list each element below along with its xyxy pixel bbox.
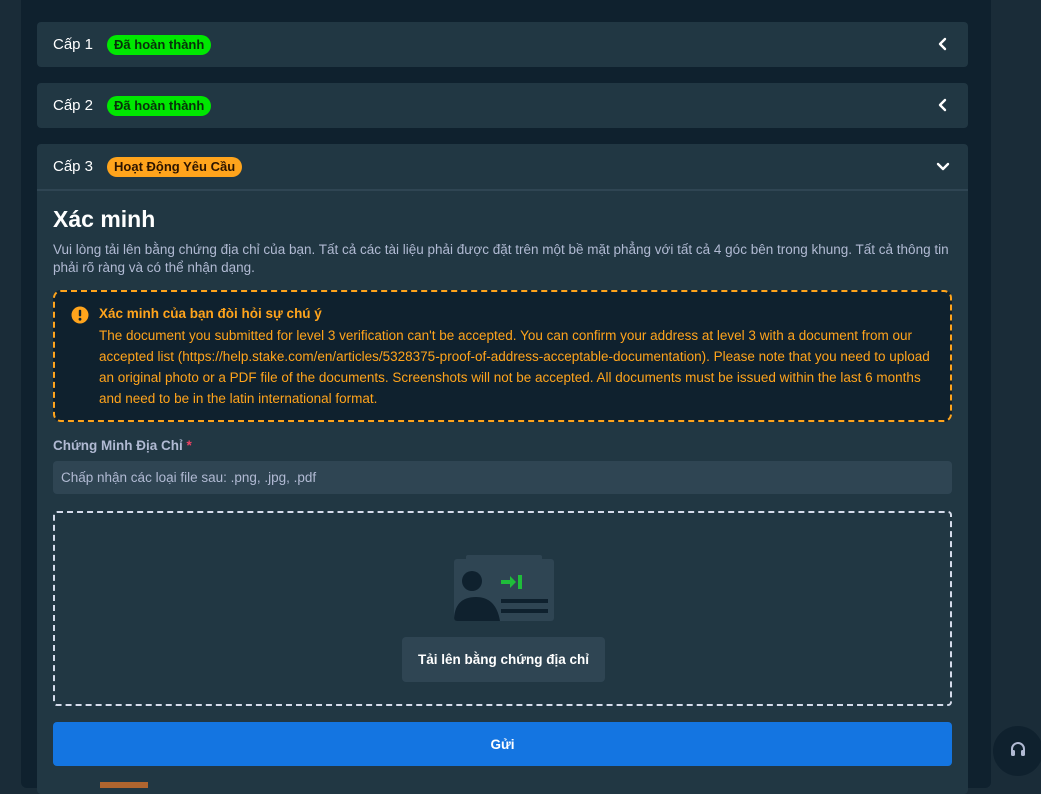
- submit-button[interactable]: Gửi: [53, 722, 952, 766]
- accepted-file-types: Chấp nhận các loại file sau: .png, .jpg,…: [53, 461, 952, 494]
- verification-content: Xác minh Vui lòng tải lên bằng chứng địa…: [53, 206, 952, 766]
- live-support-button[interactable]: [993, 726, 1041, 776]
- level-2-status-badge: Đã hoàn thành: [107, 95, 212, 116]
- verification-description: Vui lòng tải lên bằng chứng địa chỉ của …: [53, 242, 949, 275]
- chevron-left-icon[interactable]: [936, 98, 950, 112]
- alert-title: Xác minh của bạn đòi hỏi sự chú ý: [99, 306, 322, 321]
- level-1-section[interactable]: Cấp 1 Đã hoàn thành: [37, 22, 968, 67]
- alert-message: The document you submitted for level 3 v…: [99, 328, 930, 406]
- level-2-section[interactable]: Cấp 2 Đã hoàn thành: [37, 83, 968, 128]
- level-3-label: Cấp 3: [53, 158, 94, 175]
- chevron-down-icon[interactable]: [936, 159, 950, 173]
- file-dropzone[interactable]: Tải lên bằng chứng địa chỉ: [53, 511, 952, 706]
- level-3-status-badge: Hoạt Động Yêu Cầu: [107, 156, 243, 177]
- field-label-text: Chứng Minh Địa Chỉ: [53, 438, 183, 453]
- proof-of-address-label: Chứng Minh Địa Chỉ *: [53, 438, 192, 453]
- exclamation-circle-icon: [71, 306, 89, 324]
- page-title: Xác minh: [53, 206, 156, 232]
- header-divider: [37, 189, 968, 191]
- level-2-label: Cấp 2: [53, 97, 94, 114]
- level-3-section: Cấp 3 Hoạt Động Yêu Cầu Xác minh Vui lòn…: [37, 144, 968, 794]
- headset-icon: [1009, 740, 1027, 763]
- level-1-header[interactable]: Cấp 1 Đã hoàn thành: [37, 22, 968, 67]
- level-1-label: Cấp 1: [53, 36, 94, 53]
- chevron-left-icon[interactable]: [936, 37, 950, 51]
- bottom-tab-indicator: [100, 782, 148, 788]
- required-mark: *: [186, 438, 192, 453]
- upload-proof-button[interactable]: Tải lên bằng chứng địa chỉ: [402, 637, 605, 682]
- level-1-status-badge: Đã hoàn thành: [107, 34, 212, 55]
- id-card-icon: [454, 555, 554, 621]
- level-3-header[interactable]: Cấp 3 Hoạt Động Yêu Cầu: [37, 144, 968, 189]
- level-2-header[interactable]: Cấp 2 Đã hoàn thành: [37, 83, 968, 128]
- attention-alert: Xác minh của bạn đòi hỏi sự chú ý The do…: [53, 290, 952, 422]
